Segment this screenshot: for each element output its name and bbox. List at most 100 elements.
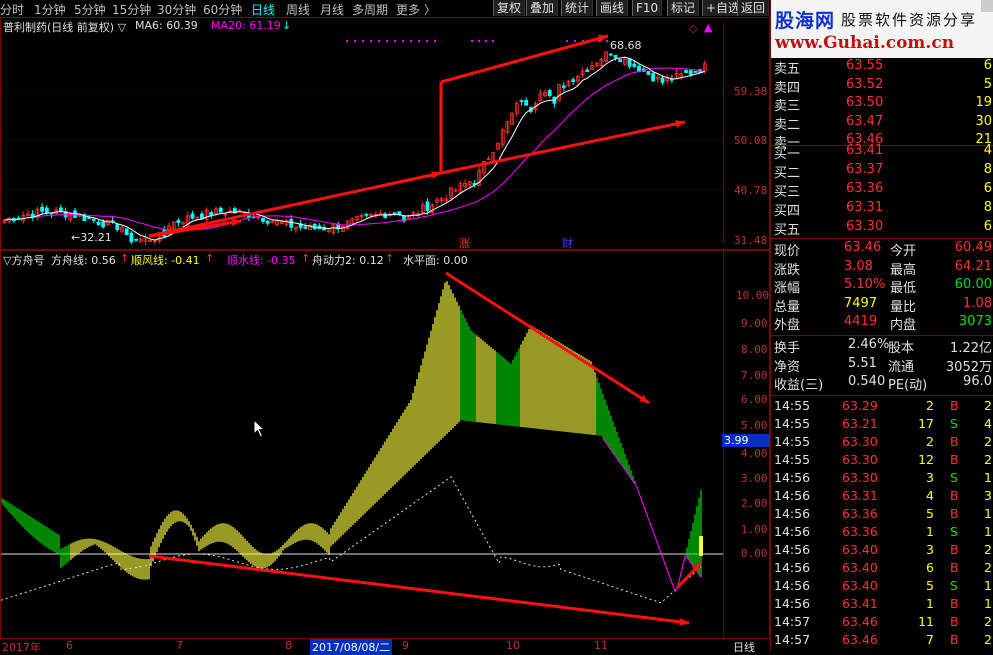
dongli-arrow: ↑ bbox=[385, 252, 395, 265]
period-tab[interactable]: 5分钟 bbox=[74, 1, 106, 18]
date-tick: 8 bbox=[285, 639, 292, 652]
fund-label: 收益(三) bbox=[774, 378, 824, 394]
ma20-label: MA20: 61.19 bbox=[211, 19, 281, 32]
candle-body bbox=[383, 213, 388, 218]
tick-row: 14:56 63.40 5 S 1 bbox=[774, 578, 992, 596]
candle-body bbox=[289, 219, 294, 228]
toolbar-button[interactable]: 画线 bbox=[596, 0, 629, 16]
ask-volume: 19 bbox=[975, 95, 992, 110]
quote-row: 现价 63.46 今开 60.49 bbox=[774, 240, 992, 259]
tick-count: 1 bbox=[984, 506, 992, 521]
trend-arrow bbox=[148, 171, 442, 238]
fundamental-row: 净资 5.51 流通 3052万 bbox=[774, 356, 992, 375]
tick-side: B bbox=[950, 596, 959, 611]
candle-body bbox=[115, 223, 120, 231]
divider bbox=[771, 335, 993, 336]
signal-dot bbox=[485, 40, 487, 42]
fund-value: 1.22亿 bbox=[950, 341, 992, 356]
fundamental-row: 换手 2.46% 股本 1.22亿 bbox=[774, 337, 992, 356]
period-label: 日线 bbox=[733, 641, 755, 654]
signal-dot bbox=[471, 40, 473, 42]
period-tab[interactable]: 多周期 bbox=[352, 1, 388, 18]
bid-volume: 8 bbox=[983, 200, 992, 215]
bid-label: 买二 bbox=[774, 166, 801, 181]
kline-chart[interactable]: 普利制药(日线 前复权) ▽ MA6: 60.39 MA20: 61.19 ↓ … bbox=[0, 17, 770, 250]
period-tab[interactable]: 日线 bbox=[251, 1, 275, 18]
indicator-panel[interactable]: ▽方舟号 方舟线: 0.56 ↑ 顺风线: -0.41 ↑ 顺水线: -0.35… bbox=[0, 250, 770, 639]
quote-value: 3.08 bbox=[844, 258, 873, 274]
toolbar-button[interactable]: 叠加 bbox=[526, 0, 559, 16]
tick-price: 63.36 bbox=[842, 524, 878, 539]
tick-side: B bbox=[950, 398, 959, 413]
period-tab[interactable]: 周线 bbox=[286, 1, 310, 18]
tick-time: 14:56 bbox=[774, 560, 811, 575]
indicator-axis: 10.00 9.00 8.00 7.00 6.00 5.00 4.00 3.00… bbox=[722, 251, 770, 638]
diamond-icon[interactable]: ◇ bbox=[689, 22, 697, 35]
bid-volume: 8 bbox=[983, 162, 992, 177]
candle-body bbox=[684, 69, 688, 73]
ask-price: 63.47 bbox=[846, 113, 884, 129]
period-tab[interactable]: 60分钟 bbox=[203, 1, 242, 18]
ask-row: 卖四 63.52 5 bbox=[774, 76, 992, 96]
candle-body bbox=[40, 206, 44, 212]
period-tab[interactable]: 1分钟 bbox=[34, 1, 66, 18]
up-caret-icon[interactable]: ▲ bbox=[704, 21, 712, 34]
tick-price: 63.36 bbox=[842, 506, 878, 521]
date-tick: 11 bbox=[594, 639, 608, 652]
tick-time: 14:57 bbox=[774, 614, 811, 629]
tick-count: 2 bbox=[984, 452, 992, 467]
period-tab[interactable]: 30分钟 bbox=[157, 1, 196, 18]
toolbar-button[interactable]: 标记 bbox=[667, 0, 700, 16]
tick-row: 14:56 63.41 1 B 1 bbox=[774, 596, 992, 614]
signal-dot bbox=[394, 40, 396, 42]
ind-tick: 4.00 bbox=[741, 447, 768, 460]
high-price-label: 68.68 bbox=[610, 39, 642, 52]
toolbar-button[interactable]: 统计 bbox=[561, 0, 594, 16]
toolbar-button[interactable]: 返回 bbox=[737, 0, 770, 16]
toolbar-button[interactable]: F10 bbox=[632, 0, 663, 16]
ask-volume: 5 bbox=[983, 76, 992, 92]
fund-value: 2.46% bbox=[848, 337, 890, 352]
tick-price: 63.40 bbox=[842, 542, 878, 557]
period-tab[interactable]: 分时 bbox=[0, 1, 24, 18]
shunshui-arrow: ↑ bbox=[301, 252, 311, 265]
quote-value: 60.00 bbox=[954, 277, 992, 293]
signal-dot bbox=[574, 40, 576, 42]
candle-body bbox=[129, 232, 134, 243]
current-value-tag: 3.99 bbox=[722, 434, 770, 447]
tick-count: 2 bbox=[984, 434, 992, 449]
period-tab[interactable]: 更多 〉 bbox=[396, 1, 436, 18]
quote-value: 64.21 bbox=[954, 258, 992, 274]
candle-body bbox=[524, 99, 529, 106]
tick-count: 2 bbox=[984, 632, 992, 647]
tick-price: 63.30 bbox=[842, 452, 878, 467]
toolbar-button[interactable]: 复权 bbox=[493, 0, 526, 16]
candle-body bbox=[632, 63, 637, 67]
bid-row: 买五 63.30 6 bbox=[774, 219, 992, 238]
candle-body bbox=[124, 228, 129, 236]
date-tick: 7 bbox=[176, 639, 183, 652]
ma6-line bbox=[4, 56, 705, 241]
tick-time: 14:55 bbox=[774, 398, 811, 413]
shunshui-line bbox=[602, 438, 702, 592]
period-tab[interactable]: 15分钟 bbox=[112, 1, 151, 18]
tick-count: 2 bbox=[984, 542, 992, 557]
bid-label: 买四 bbox=[774, 204, 801, 219]
period-tab[interactable]: 月线 bbox=[320, 1, 344, 18]
quote-label: 内盘 bbox=[890, 318, 917, 334]
tick-side: B bbox=[950, 614, 959, 629]
candle-body bbox=[303, 226, 308, 229]
tick-row: 14:55 63.21 17 S 4 bbox=[774, 416, 992, 434]
candle-body bbox=[209, 211, 214, 216]
signal-dot bbox=[370, 40, 372, 42]
tick-count: 4 bbox=[984, 416, 992, 431]
grid-icon[interactable] bbox=[981, 0, 993, 12]
quote-content: 卖五 63.55 6 卖四 63.52 5 卖三 63.50 19 卖二 63.47 30 卖一 63.4… bbox=[771, 0, 993, 651]
indicator-name[interactable]: ▽方舟号 bbox=[3, 252, 44, 268]
price-tick: 59.38 bbox=[734, 85, 768, 98]
fund-label: 换手 bbox=[774, 341, 801, 356]
ind-tick: 0.00 bbox=[741, 547, 768, 560]
signal-dot bbox=[362, 40, 364, 42]
quote-label: 总量 bbox=[774, 299, 801, 315]
ask-volume: 6 bbox=[983, 58, 992, 73]
